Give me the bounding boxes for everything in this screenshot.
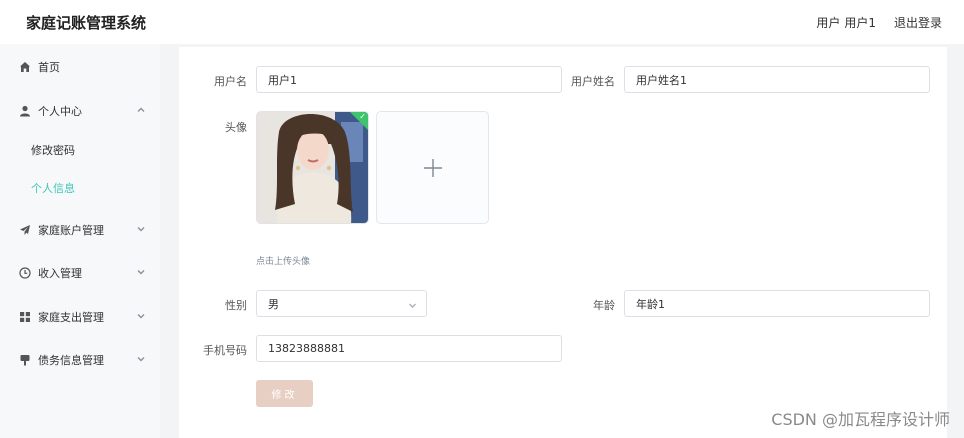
chevron-up-icon (136, 105, 146, 115)
sidebar-item-label: 首页 (38, 61, 60, 74)
sidebar-item-income[interactable]: 收入管理 (0, 256, 160, 290)
gender-select[interactable]: 男 (256, 290, 427, 317)
sidebar-item-label: 个人中心 (38, 105, 82, 118)
age-value: 年龄1 (636, 297, 665, 311)
grid-icon (18, 310, 32, 324)
sidebar-item-label: 家庭支出管理 (38, 311, 104, 324)
top-header: 家庭记账管理系统 用户 用户1 退出登录 (0, 0, 964, 44)
chevron-down-icon (408, 300, 417, 309)
fullname-label: 用户姓名 (571, 75, 615, 88)
fullname-value: 用户姓名1 (636, 73, 687, 87)
avatar-label: 头像 (225, 121, 247, 134)
sidebar-item-label: 债务信息管理 (38, 354, 104, 367)
age-input[interactable]: 年龄1 (624, 290, 930, 317)
avatar-image[interactable]: ✓ (256, 111, 369, 224)
phone-value: 13823888881 (268, 342, 345, 355)
sidebar-item-family-expenses[interactable]: 家庭支出管理 (0, 300, 160, 334)
clock-icon (18, 266, 32, 280)
sidebar-item-label: 家庭账户管理 (38, 224, 104, 237)
phone-label: 手机号码 (203, 344, 247, 357)
avatar-upload-hint: 点击上传头像 (256, 257, 311, 267)
home-icon (18, 60, 32, 74)
avatar-upload-button[interactable] (376, 111, 489, 224)
user-icon (18, 104, 32, 118)
logout-link[interactable]: 退出登录 (894, 14, 942, 31)
paper-plane-icon (18, 223, 32, 237)
app-title: 家庭记账管理系统 (26, 13, 147, 32)
check-icon: ✓ (359, 112, 366, 121)
sidebar-subitem-label: 修改密码 (31, 144, 75, 157)
fullname-input[interactable]: 用户姓名1 (624, 66, 930, 93)
sidebar-item-family-accounts[interactable]: 家庭账户管理 (0, 213, 160, 247)
sidebar-subitem-label: 个人信息 (31, 182, 75, 195)
sidebar: 首页 个人中心 修改密码 个人信息 家庭账户管理 收入管理 家庭支出管理 债务信… (0, 44, 160, 438)
plus-icon (423, 158, 442, 177)
current-user: 用户 用户1 (816, 14, 876, 31)
pin-icon (18, 353, 32, 367)
sidebar-item-personal-center[interactable]: 个人中心 (0, 94, 160, 128)
chevron-down-icon (136, 354, 146, 364)
age-label: 年龄 (593, 299, 615, 312)
sidebar-item-debt-info[interactable]: 债务信息管理 (0, 343, 160, 377)
phone-input[interactable]: 13823888881 (256, 335, 562, 362)
header-right: 用户 用户1 退出登录 (816, 14, 942, 31)
gender-label: 性别 (225, 299, 247, 312)
gender-value: 男 (268, 297, 279, 311)
chevron-down-icon (136, 224, 146, 234)
submit-button[interactable]: 修改 (256, 380, 313, 407)
sidebar-item-label: 收入管理 (38, 267, 82, 280)
username-value: 用户1 (268, 73, 297, 87)
user-name: 用户1 (844, 15, 876, 30)
username-input[interactable]: 用户1 (256, 66, 562, 93)
chevron-down-icon (136, 311, 146, 321)
personal-info-form: 用户名 用户1 用户姓名 用户姓名1 头像 ✓ 点击上传头像 性别 男 年龄 年… (179, 47, 947, 438)
user-role: 用户 (816, 15, 841, 30)
chevron-down-icon (136, 267, 146, 277)
sidebar-subitem-personal-info[interactable]: 个人信息 (0, 173, 160, 203)
sidebar-item-home[interactable]: 首页 (0, 50, 160, 84)
watermark: CSDN @加瓦程序设计师 (771, 410, 950, 429)
sidebar-subitem-change-password[interactable]: 修改密码 (0, 135, 160, 165)
username-label: 用户名 (214, 75, 247, 88)
